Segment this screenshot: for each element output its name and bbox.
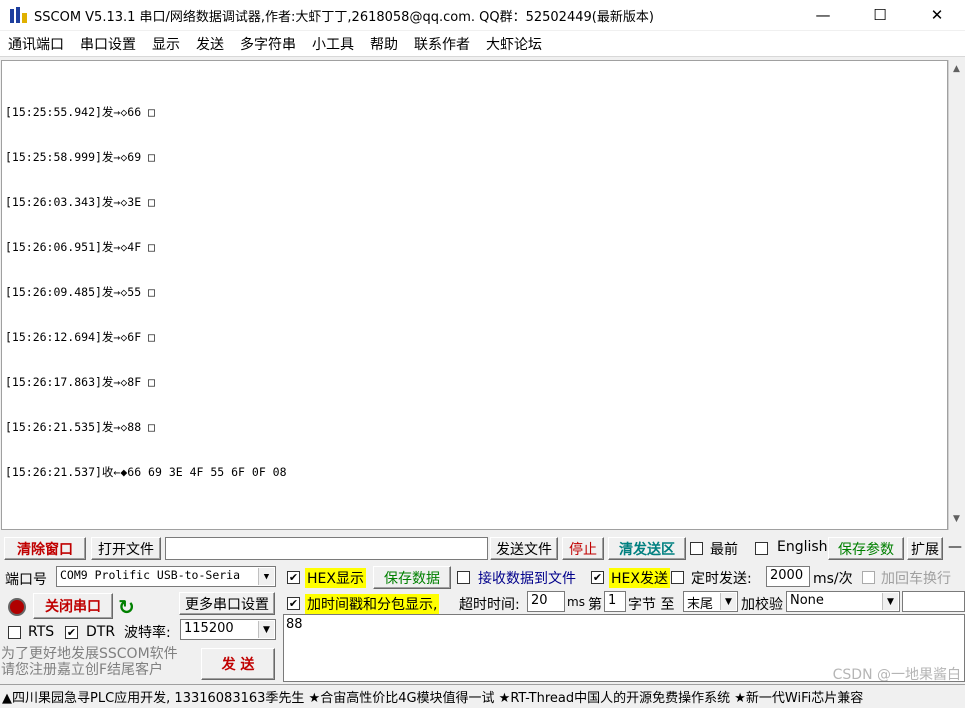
checksum-select[interactable]: None ▼: [786, 591, 900, 612]
hex-display-label: HEX显示: [305, 568, 366, 588]
menu-bar: 通讯端口 串口设置 显示 发送 多字符串 小工具 帮助 联系作者 大虾论坛: [0, 31, 965, 57]
timeout-label: 超时时间:: [459, 597, 520, 613]
receive-log-text: [15:25:55.942]发→◇66 □ [15:25:58.999]发→◇6…: [2, 61, 947, 510]
log-line: [15:26:17.863]发→◇8F □: [5, 375, 155, 389]
file-path-input[interactable]: [165, 537, 488, 560]
title-bar: SSCOM V5.13.1 串口/网络数据调试器,作者:大虾丁丁,2618058…: [0, 0, 965, 30]
save-params-button[interactable]: 保存参数: [828, 537, 904, 560]
port-label: 端口号: [5, 572, 47, 588]
scroll-down-icon[interactable]: ▼: [953, 514, 960, 524]
clear-window-button[interactable]: 清除窗口: [4, 537, 86, 560]
timeout-input[interactable]: 20: [527, 591, 565, 612]
dtr-checkbox[interactable]: ✔: [65, 626, 78, 639]
byte-prefix-label: 第: [588, 597, 602, 613]
close-port-label: 关闭串口: [45, 599, 101, 615]
stop-button[interactable]: 停止: [562, 537, 604, 560]
maximize-button[interactable]: ☐: [857, 0, 903, 30]
chevron-down-icon: ▼: [882, 593, 898, 610]
log-line: [15:26:12.694]发→◇6F □: [5, 330, 155, 344]
menu-serial-settings[interactable]: 串口设置: [72, 34, 144, 54]
byte-from-input[interactable]: 1: [604, 591, 626, 612]
byte-to-label: 字节 至: [628, 597, 675, 613]
english-checkbox[interactable]: [755, 542, 768, 555]
byte-to-value: 末尾: [687, 597, 714, 612]
minimize-button[interactable]: —: [800, 0, 846, 30]
close-button[interactable]: ✕: [914, 0, 960, 30]
send-file-button[interactable]: 发送文件: [490, 537, 558, 560]
log-line: [15:26:09.485]发→◇55 □: [5, 285, 155, 299]
timestamp-checkbox[interactable]: ✔: [287, 597, 300, 610]
menu-send[interactable]: 发送: [188, 34, 232, 54]
receive-log[interactable]: [15:25:55.942]发→◇66 □ [15:25:58.999]发→◇6…: [1, 60, 948, 530]
interval-unit: ms/次: [813, 571, 853, 587]
menu-forum[interactable]: 大虾论坛: [478, 34, 550, 54]
add-newline-checkbox[interactable]: [862, 571, 875, 584]
chevron-down-icon: ▼: [258, 621, 274, 638]
checksum-value: None: [790, 593, 824, 608]
watermark: CSDN @一地果酱白: [832, 667, 961, 683]
hex-display-checkbox[interactable]: ✔: [287, 571, 300, 584]
status-bar[interactable]: ▲四川果园急寻PLC应用开发, 13316083163季先生 ★合宙高性价比4G…: [0, 684, 965, 708]
more-serial-settings-button[interactable]: 更多串口设置: [179, 592, 275, 615]
hex-send-label: HEX发送: [609, 568, 670, 588]
receive-scrollbar[interactable]: ▲ ▼: [948, 60, 965, 530]
english-label: English: [777, 539, 828, 555]
interval-input[interactable]: 2000: [766, 566, 810, 587]
refresh-icon[interactable]: ↻: [118, 595, 135, 619]
chevron-down-icon: ▼: [258, 568, 274, 585]
log-line: [15:26:03.343]发→◇3E □: [5, 195, 155, 209]
stop-label: 停止: [569, 541, 597, 558]
baud-select[interactable]: 115200 ▼: [180, 619, 276, 640]
timeout-unit: ms: [567, 595, 585, 609]
top-most-label: 最前: [710, 542, 738, 558]
close-port-button[interactable]: 关闭串口: [33, 593, 113, 619]
scroll-up-icon[interactable]: ▲: [953, 64, 960, 74]
port-status-icon: [8, 598, 26, 616]
add-newline-label: 加回车换行: [881, 571, 951, 587]
menu-tools[interactable]: 小工具: [304, 34, 362, 54]
save-params-label: 保存参数: [838, 541, 894, 558]
collapse-button[interactable]: —: [948, 539, 962, 555]
checksum-label: 加校验: [741, 597, 783, 613]
clear-send-area-button[interactable]: 清发送区: [608, 537, 686, 560]
dtr-label: DTR: [86, 624, 116, 640]
recv-to-file-label: 接收数据到文件: [478, 571, 576, 587]
log-line: [15:25:55.942]发→◇66 □: [5, 105, 155, 119]
clear-send-label: 清发送区: [619, 541, 675, 558]
timestamp-label: 加时间戳和分包显示,: [305, 594, 440, 614]
log-line: [15:26:21.537]收←◆66 69 3E 4F 55 6F 0F 08: [5, 465, 287, 479]
chevron-down-icon: ▼: [720, 593, 736, 610]
checksum-extra-field[interactable]: [902, 591, 965, 612]
save-data-label: 保存数据: [384, 570, 440, 587]
app-icon: [8, 5, 28, 25]
baud-label: 波特率:: [124, 625, 171, 641]
save-data-button[interactable]: 保存数据: [373, 566, 451, 589]
menu-help[interactable]: 帮助: [362, 34, 406, 54]
timed-send-label: 定时发送:: [691, 571, 752, 587]
menu-comm-port[interactable]: 通讯端口: [0, 34, 72, 54]
send-button[interactable]: 发 送: [201, 648, 275, 680]
menu-multi-string[interactable]: 多字符串: [232, 34, 304, 54]
log-line: [15:26:21.535]发→◇88 □: [5, 420, 155, 434]
hex-send-checkbox[interactable]: ✔: [591, 571, 604, 584]
window-title: SSCOM V5.13.1 串口/网络数据调试器,作者:大虾丁丁,2618058…: [34, 9, 654, 25]
promo-text[interactable]: 为了更好地发展SSCOM软件 请您注册嘉立创F结尾客户: [1, 646, 197, 678]
port-select[interactable]: COM9 Prolific USB-to-Seria ▼: [56, 566, 276, 587]
send-button-label: 发 送: [221, 657, 255, 673]
byte-to-select[interactable]: 末尾 ▼: [683, 591, 738, 612]
recv-to-file-checkbox[interactable]: [457, 571, 470, 584]
clear-window-label: 清除窗口: [17, 541, 73, 558]
rts-checkbox[interactable]: [8, 626, 21, 639]
log-line: [15:25:58.999]发→◇69 □: [5, 150, 155, 164]
log-line: [15:26:06.951]发→◇4F □: [5, 240, 155, 254]
menu-contact-author[interactable]: 联系作者: [406, 34, 478, 54]
port-value: COM9 Prolific USB-to-Seria: [60, 568, 241, 582]
timed-send-checkbox[interactable]: [671, 571, 684, 584]
rts-label: RTS: [28, 624, 55, 640]
open-file-button[interactable]: 打开文件: [91, 537, 161, 560]
menu-display[interactable]: 显示: [144, 34, 188, 54]
expand-button[interactable]: 扩展: [907, 537, 943, 560]
top-most-checkbox[interactable]: [690, 542, 703, 555]
baud-value: 115200: [184, 621, 234, 636]
